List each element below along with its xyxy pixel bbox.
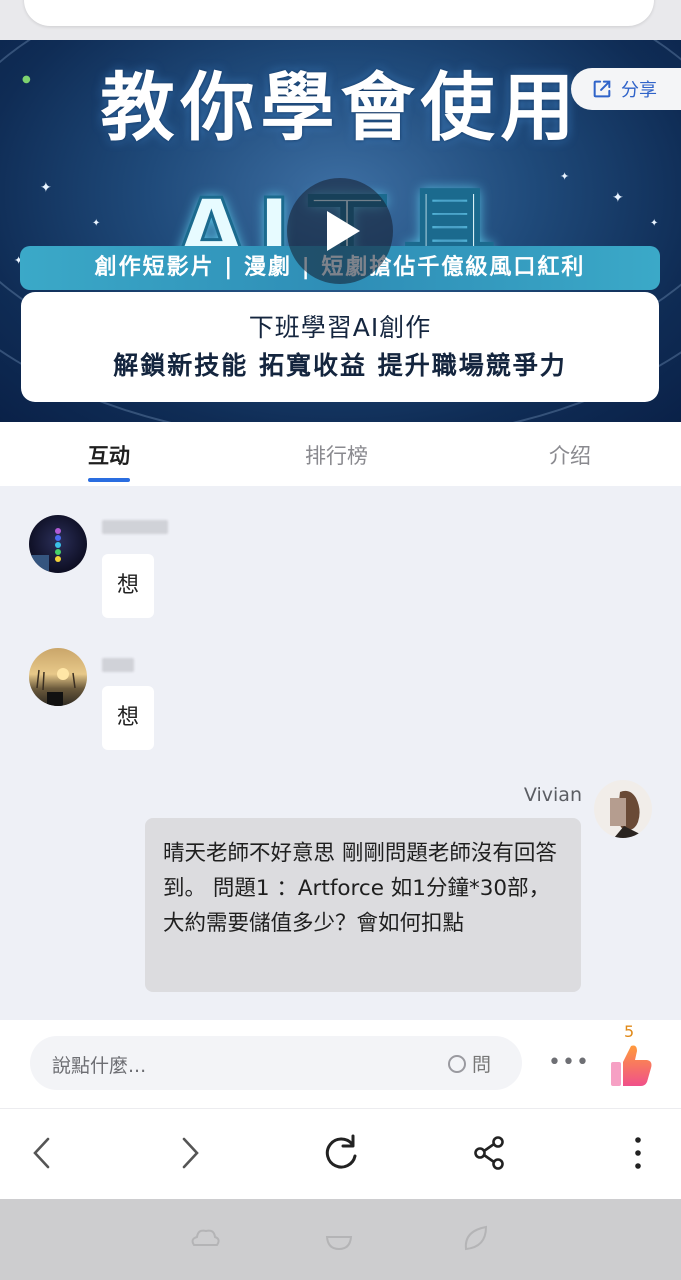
tab-bar: 互动 排行榜 介绍 <box>0 422 681 486</box>
active-tab-indicator <box>88 478 130 482</box>
share-button[interactable]: 分享 <box>571 68 681 110</box>
video-banner[interactable]: ● ✦ ✦ ✦ ✦ ✦ ✦ ✦ ✦ 教你學會使用 AI工具 創作短影片 | 漫劇… <box>0 40 681 422</box>
avatar[interactable] <box>594 780 652 838</box>
ask-label: 問 <box>472 1054 492 1076</box>
avatar-image <box>610 790 648 838</box>
like-button[interactable] <box>609 1042 653 1088</box>
share-page-button[interactable] <box>469 1133 509 1173</box>
chevron-right-icon <box>182 1137 199 1169</box>
chevron-left-icon <box>33 1137 50 1169</box>
avatar-image <box>36 668 76 706</box>
comment-placeholder: 說點什麼... <box>52 1055 147 1077</box>
avatar[interactable] <box>29 515 87 573</box>
radio-circle-icon <box>448 1054 466 1073</box>
cloud-icon <box>191 1229 220 1246</box>
leaf-icon <box>464 1225 488 1251</box>
play-button[interactable] <box>287 178 393 284</box>
message-bubble-long: 晴天老師不好意思 剛剛問題老師沒有回答到。 問題1 ：Artforce 如1分鐘… <box>145 818 581 992</box>
share-icon <box>474 1136 504 1170</box>
message-bubble: 想 <box>102 686 154 750</box>
bottom-dock <box>0 1199 681 1280</box>
avatar[interactable] <box>29 648 87 706</box>
username-redacted <box>102 520 168 534</box>
external-link-icon <box>593 80 611 98</box>
more-options-icon[interactable]: ••• <box>548 1050 590 1075</box>
back-button[interactable] <box>22 1133 62 1173</box>
sender-name: Vivian <box>523 784 582 806</box>
play-icon <box>327 211 360 251</box>
menu-button[interactable] <box>618 1133 658 1173</box>
ask-question-toggle[interactable]: 問 <box>448 1050 491 1077</box>
browser-toolbar <box>0 1109 681 1199</box>
banner-card-line2: 解鎖新技能 拓寬收益 提升職場競爭力 <box>113 351 567 380</box>
tab-interaction[interactable]: 互动 <box>88 440 130 470</box>
input-bar: 說點什麼... 問 ••• 5 <box>0 1020 681 1109</box>
banner-card-line1: 下班學習AI創作 <box>248 313 432 342</box>
comment-input[interactable]: 說點什麼... 問 <box>30 1036 522 1090</box>
reload-button[interactable] <box>321 1133 361 1173</box>
reload-icon <box>325 1134 357 1169</box>
banner-card: 下班學習AI創作 解鎖新技能 拓寬收益 提升職場競爭力 <box>21 292 659 402</box>
top-sheet <box>24 0 654 26</box>
chat-area[interactable]: 想 想 Vivian 晴天老師不好意思 剛剛問題老師沒有回答到。 問題1 ：Ar… <box>0 486 681 1020</box>
like-count: 5 <box>624 1022 635 1041</box>
kebab-menu-icon <box>635 1137 641 1169</box>
message-bubble: 想 <box>102 554 154 618</box>
tab-ranking[interactable]: 排行榜 <box>305 440 368 470</box>
forward-button[interactable] <box>170 1133 210 1173</box>
share-label: 分享 <box>621 80 657 101</box>
avatar-image <box>31 528 61 571</box>
bowl-icon <box>325 1236 353 1251</box>
thumbs-up-icon <box>611 1045 652 1086</box>
tab-intro[interactable]: 介绍 <box>549 440 591 470</box>
username-redacted <box>102 658 134 672</box>
